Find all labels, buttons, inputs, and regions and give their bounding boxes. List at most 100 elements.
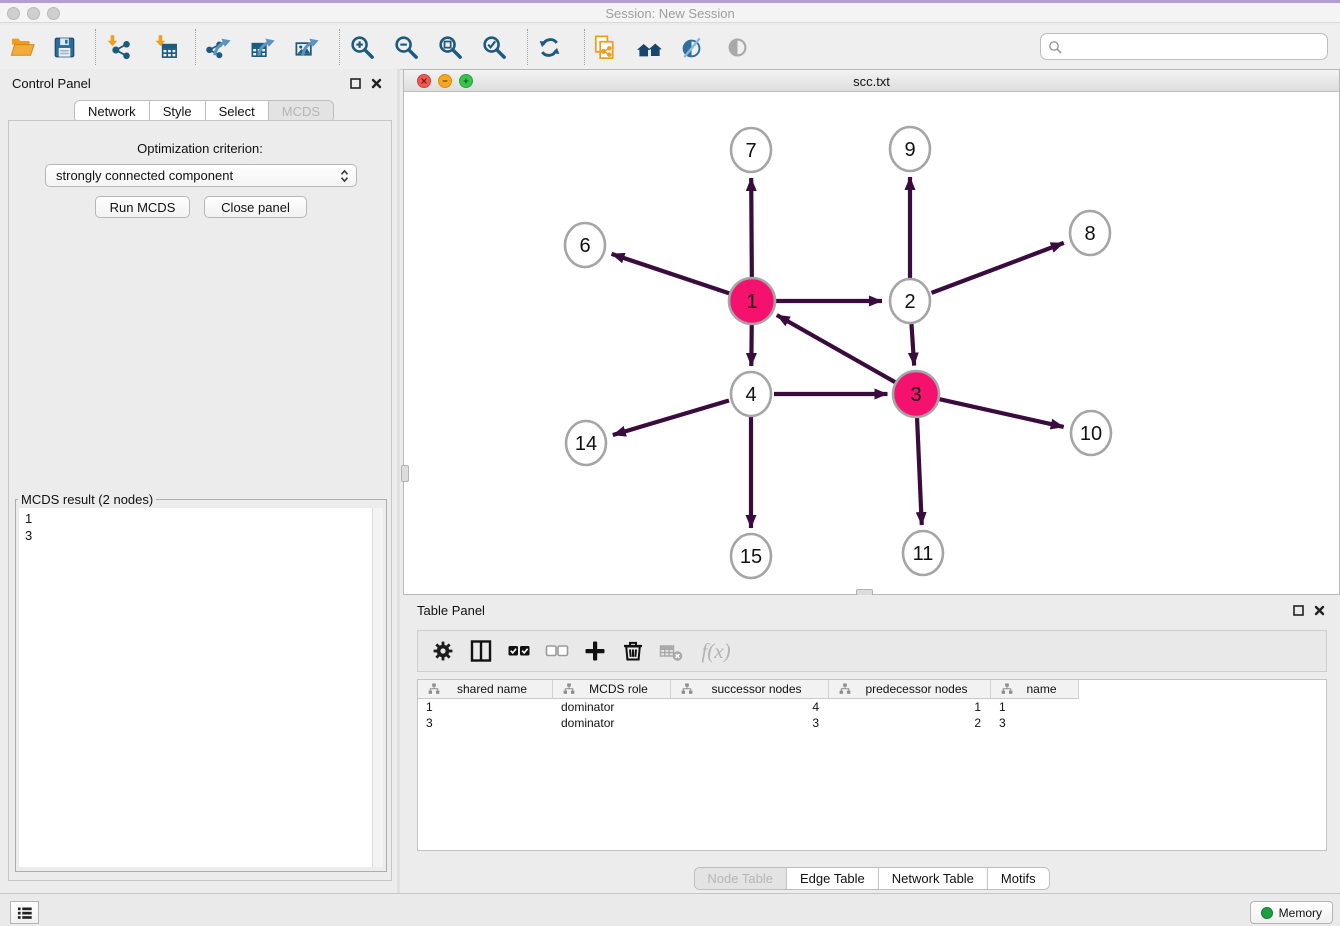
- table-cell[interactable]: 3: [671, 715, 829, 731]
- graph-edge-3-11[interactable]: [917, 417, 922, 525]
- table-toolbar: f(x): [417, 630, 1327, 672]
- tab-network-table[interactable]: Network Table: [879, 868, 988, 889]
- save-session-button[interactable]: [47, 30, 81, 64]
- run-mcds-button[interactable]: Run MCDS: [95, 196, 190, 218]
- float-panel-button[interactable]: [348, 76, 362, 90]
- control-panel: Control Panel NetworkStyleSelectMCDS Opt…: [0, 69, 400, 893]
- graph-edge-3-1[interactable]: [777, 315, 896, 382]
- open-file-button[interactable]: [5, 30, 39, 64]
- select-all-columns-button[interactable]: [502, 634, 536, 668]
- node-label: 11: [913, 543, 934, 565]
- graph-node-10[interactable]: 10: [1071, 411, 1111, 455]
- column-header-MCDS-role[interactable]: MCDS role: [553, 680, 671, 699]
- zoom-in-button[interactable]: [345, 30, 379, 64]
- graph-edge-2-3[interactable]: [911, 324, 914, 366]
- table-row[interactable]: 3dominator323: [418, 715, 1079, 731]
- graph-node-9[interactable]: 9: [890, 127, 930, 171]
- graph-node-3[interactable]: 3: [893, 371, 939, 417]
- table-row[interactable]: 1dominator411: [418, 699, 1079, 715]
- table-cell[interactable]: dominator: [553, 715, 671, 731]
- tab-node-table[interactable]: Node Table: [694, 868, 787, 889]
- duplicate-network-icon: [591, 34, 618, 61]
- split-view-button[interactable]: [464, 634, 498, 668]
- delete-columns-button[interactable]: [616, 634, 650, 668]
- table-cell[interactable]: 1: [829, 699, 991, 715]
- node-label: 2: [904, 291, 915, 313]
- hide-details-button[interactable]: [675, 30, 709, 64]
- tab-network[interactable]: Network: [75, 101, 150, 122]
- graph-node-8[interactable]: 8: [1070, 211, 1110, 255]
- memory-label: Memory: [1279, 906, 1322, 920]
- table-cell[interactable]: 2: [829, 715, 991, 731]
- split-view-icon: [467, 637, 495, 665]
- float-table-panel-button[interactable]: [1291, 603, 1305, 617]
- tab-motifs[interactable]: Motifs: [988, 868, 1049, 889]
- zoom-fit-button[interactable]: [433, 30, 467, 64]
- graph-edge-1-7[interactable]: [751, 178, 752, 278]
- table-cell[interactable]: 1: [418, 699, 553, 715]
- close-panel-button[interactable]: [369, 76, 383, 90]
- add-column-icon: [581, 637, 609, 665]
- column-header-name[interactable]: name: [991, 680, 1079, 699]
- tab-style[interactable]: Style: [150, 101, 206, 122]
- table-cell[interactable]: 3: [991, 715, 1079, 731]
- graph-edge-2-8[interactable]: [932, 243, 1064, 293]
- mcds-result-list[interactable]: 13: [19, 508, 383, 867]
- table-cell[interactable]: dominator: [553, 699, 671, 715]
- export-network-icon: [205, 34, 232, 61]
- graph-node-7[interactable]: 7: [731, 128, 771, 172]
- export-table-button[interactable]: [245, 30, 279, 64]
- table-cell[interactable]: 4: [671, 699, 829, 715]
- graph-node-11[interactable]: 11: [903, 531, 943, 575]
- column-header-shared-name[interactable]: shared name: [418, 680, 553, 699]
- zoom-selected-button[interactable]: [477, 30, 511, 64]
- close-panel-push-button[interactable]: Close panel: [204, 196, 307, 218]
- criterion-dropdown[interactable]: strongly connected component: [45, 164, 357, 187]
- attribute-icon: [563, 683, 575, 695]
- close-table-panel-button[interactable]: [1312, 603, 1326, 617]
- tab-select[interactable]: Select: [206, 101, 269, 122]
- home-neighbors-icon: [636, 34, 663, 61]
- network-canvas[interactable]: 7 9 6 8 1 2 4 3 14 10 15 11: [404, 92, 1339, 594]
- import-network-button[interactable]: [101, 30, 135, 64]
- graph-node-6[interactable]: 6: [565, 223, 605, 267]
- duplicate-network-button[interactable]: [587, 30, 621, 64]
- graph-node-1[interactable]: 1: [729, 278, 775, 324]
- attribute-icon: [428, 683, 440, 695]
- zoom-out-button[interactable]: [389, 30, 423, 64]
- node-label: 7: [745, 140, 756, 162]
- export-network-button[interactable]: [201, 30, 235, 64]
- tab-edge-table[interactable]: Edge Table: [787, 868, 879, 889]
- refresh-layout-button[interactable]: [532, 30, 566, 64]
- mcds-panel: Optimization criterion: strongly connect…: [8, 120, 392, 881]
- graph-edge-1-6[interactable]: [612, 254, 730, 294]
- task-history-button[interactable]: [10, 901, 39, 924]
- import-table-button[interactable]: [149, 30, 183, 64]
- tab-mcds[interactable]: MCDS: [269, 101, 333, 122]
- graph-edge-4-14[interactable]: [613, 401, 729, 435]
- graph-node-14[interactable]: 14: [566, 421, 606, 465]
- column-header-predecessor-nodes[interactable]: predecessor nodes: [829, 680, 991, 699]
- network-view-title: scc.txt: [404, 74, 1339, 89]
- add-column-button[interactable]: [578, 634, 612, 668]
- graph-node-2[interactable]: 2: [890, 279, 930, 323]
- home-neighbors-button[interactable]: [632, 30, 666, 64]
- table-panel-title: Table Panel: [417, 603, 485, 618]
- memory-button[interactable]: Memory: [1250, 901, 1333, 924]
- open-file-icon: [9, 34, 36, 61]
- table-settings-button[interactable]: [426, 634, 460, 668]
- unselect-all-columns-button[interactable]: [540, 634, 574, 668]
- vertical-splitter-grip[interactable]: [401, 465, 409, 482]
- graph-node-15[interactable]: 15: [731, 534, 771, 578]
- export-image-icon: [293, 34, 320, 61]
- table-cell[interactable]: 1: [991, 699, 1079, 715]
- zoom-out-icon: [393, 34, 420, 61]
- graph-node-4[interactable]: 4: [731, 372, 771, 416]
- table-cell[interactable]: 3: [418, 715, 553, 731]
- column-header-successor-nodes[interactable]: successor nodes: [671, 680, 829, 699]
- zoom-fit-icon: [437, 34, 464, 61]
- search-input[interactable]: [1062, 39, 1327, 54]
- result-scrollbar[interactable]: [372, 508, 383, 867]
- export-image-button[interactable]: [289, 30, 323, 64]
- graph-edge-3-10[interactable]: [939, 399, 1064, 427]
